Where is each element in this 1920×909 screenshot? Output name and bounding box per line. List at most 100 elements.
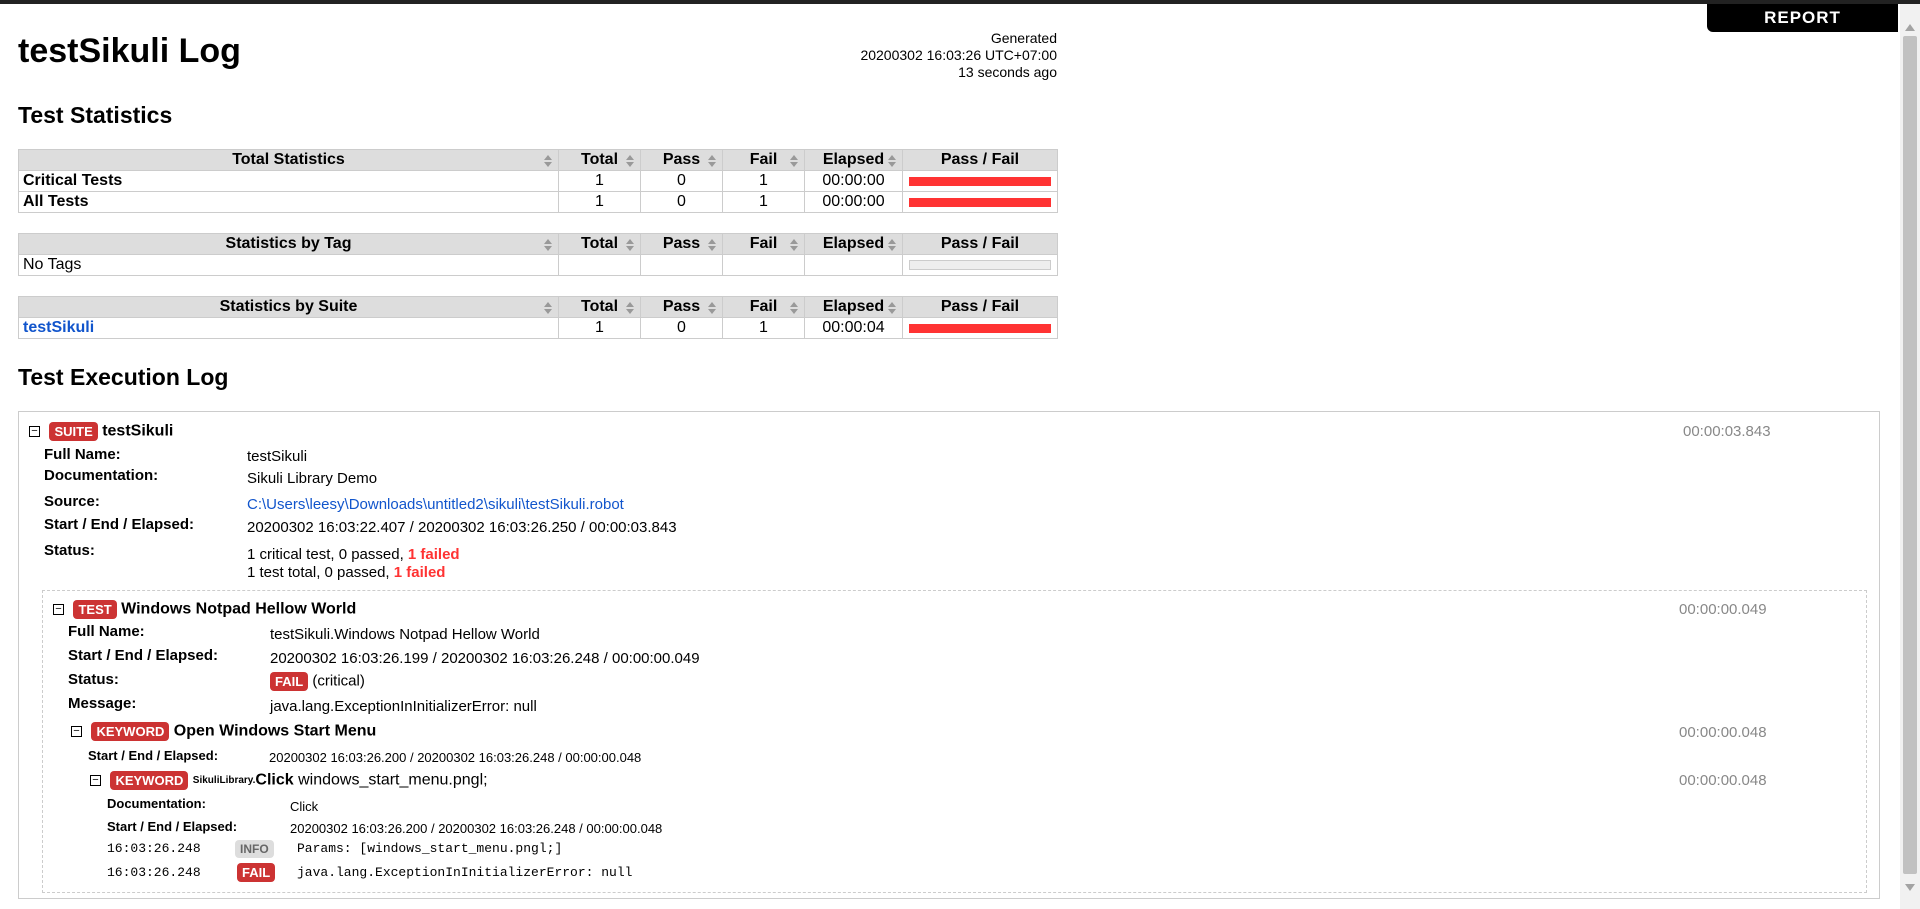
page-title: testSikuli Log bbox=[18, 32, 241, 70]
collapse-toggle-icon[interactable]: − bbox=[29, 426, 40, 437]
scroll-up-icon[interactable] bbox=[1905, 24, 1915, 31]
keyword-header[interactable]: − KEYWORD SikuliLibrary.Click windows_st… bbox=[90, 771, 488, 790]
test-name: Windows Notpad Hellow World bbox=[121, 600, 357, 618]
suite-fullname-label: Full Name: bbox=[44, 446, 121, 463]
suite-statistics-table: Statistics by Suite Total Pass Fail Elap… bbox=[18, 296, 1058, 339]
col-header-name[interactable]: Total Statistics bbox=[18, 149, 559, 171]
keyword-badge: KEYWORD bbox=[110, 771, 189, 790]
sort-icon[interactable] bbox=[626, 155, 634, 167]
col-header-elapsed[interactable]: Elapsed bbox=[804, 149, 903, 171]
table-row: No Tags bbox=[18, 254, 1058, 276]
message-time: 16:03:26.248 bbox=[107, 841, 201, 856]
sort-icon[interactable] bbox=[544, 239, 552, 251]
generated-ago: 13 seconds ago bbox=[958, 64, 1057, 80]
col-header-name[interactable]: Statistics by Suite bbox=[18, 296, 559, 318]
row-name: testSikuli bbox=[18, 317, 559, 339]
suite-doc-label: Documentation: bbox=[44, 467, 159, 484]
sort-icon[interactable] bbox=[626, 302, 634, 314]
status-suffix: (critical) bbox=[312, 672, 365, 690]
generated-info: Generated 20200302 16:03:26 UTC+07:00 13… bbox=[740, 30, 1057, 81]
col-header-pass[interactable]: Pass bbox=[640, 233, 723, 255]
table-row: All Tests 1 0 1 00:00:00 bbox=[18, 191, 1058, 213]
row-fail: 1 bbox=[722, 170, 805, 192]
sort-icon[interactable] bbox=[790, 239, 798, 251]
row-passfail bbox=[902, 170, 1058, 192]
col-header-name[interactable]: Statistics by Tag bbox=[18, 233, 559, 255]
row-pass: 0 bbox=[640, 170, 723, 192]
test-badge: TEST bbox=[73, 600, 117, 619]
sort-icon[interactable] bbox=[544, 302, 552, 314]
sort-icon[interactable] bbox=[888, 155, 896, 167]
row-elapsed: 00:00:04 bbox=[804, 317, 903, 339]
suite-source-link[interactable]: C:\Users\leesy\Downloads\untitled2\sikul… bbox=[247, 496, 624, 513]
col-header-fail[interactable]: Fail bbox=[722, 233, 805, 255]
keyword-doc: Click bbox=[290, 799, 319, 814]
col-header-total[interactable]: Total bbox=[558, 149, 641, 171]
sort-icon[interactable] bbox=[888, 302, 896, 314]
col-header-total[interactable]: Total bbox=[558, 233, 641, 255]
row-name: No Tags bbox=[18, 254, 559, 276]
header-label: Pass bbox=[662, 298, 701, 315]
test-times-label: Start / End / Elapsed: bbox=[68, 647, 219, 664]
header-label: Total bbox=[580, 235, 619, 252]
suite-header[interactable]: − SUITE testSikuli bbox=[29, 422, 173, 441]
row-passfail bbox=[902, 254, 1058, 276]
header-label: Statistics by Suite bbox=[219, 298, 358, 315]
row-name: All Tests bbox=[18, 191, 559, 213]
col-header-fail[interactable]: Fail bbox=[722, 149, 805, 171]
header-label: Fail bbox=[749, 151, 778, 168]
suite-times-label: Start / End / Elapsed: bbox=[44, 516, 195, 533]
col-header-passfail: Pass / Fail bbox=[902, 233, 1058, 255]
sort-icon[interactable] bbox=[790, 302, 798, 314]
col-header-pass[interactable]: Pass bbox=[640, 149, 723, 171]
scroll-down-icon[interactable] bbox=[1905, 884, 1915, 891]
keyword-times: 20200302 16:03:26.200 / 20200302 16:03:2… bbox=[269, 750, 642, 765]
col-header-elapsed[interactable]: Elapsed bbox=[804, 233, 903, 255]
col-header-elapsed[interactable]: Elapsed bbox=[804, 296, 903, 318]
keyword-args: windows_start_menu.pngl; bbox=[298, 771, 488, 789]
sort-icon[interactable] bbox=[544, 155, 552, 167]
suite-elapsed: 00:00:03.843 bbox=[1683, 423, 1771, 440]
col-header-fail[interactable]: Fail bbox=[722, 296, 805, 318]
test-status: FAIL (critical) bbox=[270, 672, 365, 691]
header-label: Elapsed bbox=[822, 235, 885, 252]
header-label: Elapsed bbox=[822, 298, 885, 315]
keyword-times: 20200302 16:03:26.200 / 20200302 16:03:2… bbox=[290, 821, 663, 836]
test-times: 20200302 16:03:26.199 / 20200302 16:03:2… bbox=[270, 650, 700, 667]
sort-icon[interactable] bbox=[790, 155, 798, 167]
sort-icon[interactable] bbox=[708, 155, 716, 167]
fail-bar bbox=[909, 176, 1051, 186]
suite-badge: SUITE bbox=[49, 422, 98, 441]
row-elapsed: 00:00:00 bbox=[804, 191, 903, 213]
collapse-toggle-icon[interactable]: − bbox=[53, 604, 64, 615]
keyword-header[interactable]: − KEYWORD Open Windows Start Menu bbox=[71, 722, 376, 741]
collapse-toggle-icon[interactable]: − bbox=[71, 726, 82, 737]
sort-icon[interactable] bbox=[708, 239, 716, 251]
row-total bbox=[558, 254, 641, 276]
row-passfail bbox=[902, 191, 1058, 213]
log-heading: Test Execution Log bbox=[18, 364, 229, 390]
col-header-pass[interactable]: Pass bbox=[640, 296, 723, 318]
suite-status-line2: 1 test total, 0 passed, 1 failed bbox=[247, 564, 445, 581]
scrollbar-thumb[interactable] bbox=[1903, 36, 1917, 874]
keyword-library: SikuliLibrary. bbox=[192, 775, 256, 786]
keyword-elapsed: 00:00:00.048 bbox=[1679, 724, 1767, 741]
fail-bar bbox=[909, 197, 1051, 207]
row-pass bbox=[640, 254, 723, 276]
execution-log: − SUITE testSikuli 00:00:03.843 Full Nam… bbox=[18, 411, 1880, 899]
sort-icon[interactable] bbox=[888, 239, 896, 251]
col-header-passfail: Pass / Fail bbox=[902, 149, 1058, 171]
collapse-toggle-icon[interactable]: − bbox=[90, 775, 101, 786]
col-header-total[interactable]: Total bbox=[558, 296, 641, 318]
suite-status-label: Status: bbox=[44, 542, 95, 559]
generated-label: Generated bbox=[990, 30, 1057, 46]
report-button[interactable]: REPORT bbox=[1707, 4, 1898, 32]
suite-link[interactable]: testSikuli bbox=[23, 319, 94, 336]
header-label: Total bbox=[580, 151, 619, 168]
test-header[interactable]: − TEST Windows Notpad Hellow World bbox=[53, 600, 356, 619]
row-total: 1 bbox=[558, 317, 641, 339]
suite-doc: Sikuli Library Demo bbox=[247, 470, 378, 487]
row-fail: 1 bbox=[722, 317, 805, 339]
sort-icon[interactable] bbox=[708, 302, 716, 314]
sort-icon[interactable] bbox=[626, 239, 634, 251]
